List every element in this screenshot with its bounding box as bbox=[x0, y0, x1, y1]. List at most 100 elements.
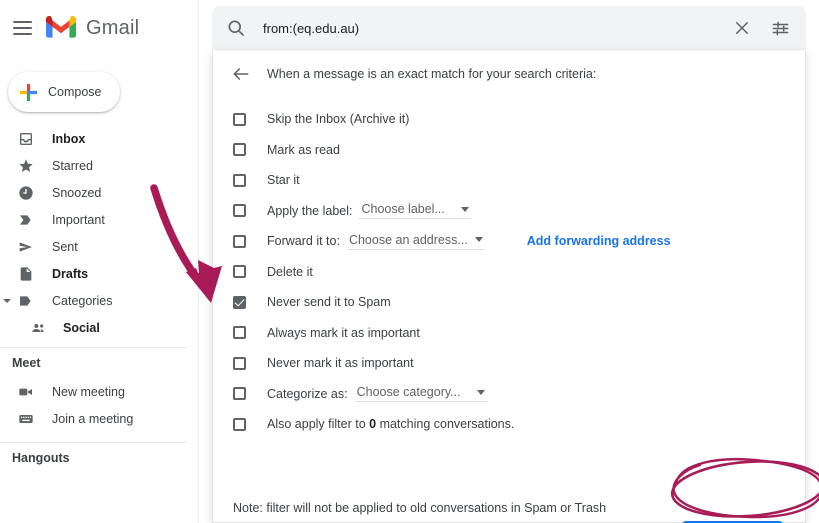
filter-row-apply-existing[interactable]: Also apply filter to 0 matching conversa… bbox=[213, 409, 805, 440]
label-icon bbox=[17, 292, 34, 309]
sidebar-item-categories[interactable]: Categories bbox=[0, 287, 199, 314]
sidebar-item-starred[interactable]: Starred bbox=[0, 152, 199, 179]
star-icon bbox=[17, 157, 34, 174]
sidebar-item-label: Starred bbox=[52, 158, 93, 173]
tune-icon[interactable] bbox=[770, 18, 790, 38]
filter-row-label: Categorize as: bbox=[267, 386, 348, 401]
sidebar-item-sent[interactable]: Sent bbox=[0, 233, 199, 260]
checkbox-apply-label[interactable] bbox=[233, 204, 246, 218]
apply-existing-prefix: Also apply filter to bbox=[267, 417, 370, 432]
choose-label-value: Choose label... bbox=[361, 202, 445, 217]
choose-address-value: Choose an address... bbox=[348, 232, 468, 247]
plus-icon bbox=[19, 83, 38, 102]
filter-row-label: Always mark it as important bbox=[267, 325, 420, 340]
filter-row-delete-it[interactable]: Delete it bbox=[213, 257, 805, 288]
filter-row-categorize-as[interactable]: Categorize as: Choose category... bbox=[213, 379, 805, 410]
compose-label: Compose bbox=[48, 85, 102, 99]
checkbox-delete-it[interactable] bbox=[233, 265, 246, 279]
sidebar-item-label: Snoozed bbox=[52, 185, 102, 200]
chevron-down-icon[interactable] bbox=[3, 298, 11, 303]
choose-address-dropdown[interactable]: Choose an address... bbox=[346, 232, 485, 250]
filter-actions-dialog: When a message is an exact match for you… bbox=[212, 51, 806, 523]
filter-row-label: Star it bbox=[267, 173, 300, 188]
back-arrow-icon[interactable] bbox=[231, 64, 251, 84]
filter-row-never-spam[interactable]: Never send it to Spam bbox=[213, 287, 805, 318]
search-actions bbox=[732, 18, 790, 38]
sidebar-item-new-meeting[interactable]: New meeting bbox=[0, 378, 199, 405]
filter-row-always-important[interactable]: Always mark it as important bbox=[213, 318, 805, 349]
sidebar-item-label: Drafts bbox=[52, 266, 89, 281]
gmail-filter-screen: Gmail Compose Inbox Starred Snoozed Impo… bbox=[0, 0, 819, 523]
checkbox-star-it[interactable] bbox=[233, 173, 246, 187]
gmail-logo-icon bbox=[46, 15, 76, 40]
filter-note: Note: filter will not be applied to old … bbox=[233, 501, 607, 515]
people-icon bbox=[30, 319, 47, 336]
search-icon[interactable] bbox=[226, 18, 246, 38]
sidebar-item-social[interactable]: Social bbox=[0, 314, 199, 341]
draft-icon bbox=[17, 265, 34, 282]
checkbox-categorize-as[interactable] bbox=[233, 387, 246, 401]
search-bar[interactable]: from:(eq.edu.au) bbox=[212, 6, 806, 50]
sidebar-item-drafts[interactable]: Drafts bbox=[0, 260, 199, 287]
sidebar-item-inbox[interactable]: Inbox bbox=[0, 125, 199, 152]
filter-action-rows: Skip the Inbox (Archive it) Mark as read… bbox=[213, 104, 805, 440]
sidebar: Gmail Compose Inbox Starred Snoozed Impo… bbox=[0, 0, 199, 523]
filter-row-label: Skip the Inbox (Archive it) bbox=[267, 112, 410, 127]
filter-row-skip-inbox[interactable]: Skip the Inbox (Archive it) bbox=[213, 104, 805, 135]
sidebar-item-label: Join a meeting bbox=[52, 411, 134, 426]
checkbox-never-mark-important[interactable] bbox=[233, 356, 246, 370]
chevron-down-icon bbox=[476, 389, 485, 395]
checkbox-skip-inbox[interactable] bbox=[233, 112, 246, 126]
sidebar-section-meet: Meet bbox=[12, 356, 41, 370]
checkbox-always-mark-important[interactable] bbox=[233, 326, 246, 340]
filter-row-label: Never send it to Spam bbox=[267, 295, 391, 310]
chevron-down-icon bbox=[460, 206, 469, 212]
filter-row-label: Never mark it as important bbox=[267, 356, 414, 371]
sidebar-item-label: Social bbox=[63, 320, 100, 335]
dialog-header: When a message is an exact match for you… bbox=[213, 51, 805, 96]
filter-row-never-important[interactable]: Never mark it as important bbox=[213, 348, 805, 379]
choose-category-dropdown[interactable]: Choose category... bbox=[354, 385, 487, 403]
filter-row-label: Apply the label: bbox=[267, 203, 353, 218]
checkbox-mark-as-read[interactable] bbox=[233, 143, 246, 157]
video-camera-icon bbox=[17, 383, 34, 400]
checkbox-never-send-to-spam[interactable] bbox=[233, 295, 246, 309]
filter-row-forward-to[interactable]: Forward it to: Choose an address... Add … bbox=[213, 226, 805, 257]
keyboard-icon bbox=[17, 410, 34, 427]
apply-existing-suffix: matching conversations. bbox=[376, 417, 515, 432]
sidebar-header: Gmail bbox=[0, 0, 199, 56]
checkbox-forward-it-to[interactable] bbox=[233, 234, 246, 248]
filter-row-apply-label[interactable]: Apply the label: Choose label... bbox=[213, 196, 805, 227]
search-input[interactable]: from:(eq.edu.au) bbox=[263, 21, 732, 36]
inbox-icon bbox=[17, 130, 34, 147]
filter-row-label: Mark as read bbox=[267, 142, 340, 157]
send-icon bbox=[17, 238, 34, 255]
clock-icon bbox=[17, 184, 34, 201]
label-important-icon bbox=[17, 211, 34, 228]
hamburger-menu-icon[interactable] bbox=[13, 21, 32, 35]
dialog-heading: When a message is an exact match for you… bbox=[267, 66, 597, 81]
filter-row-star-it[interactable]: Star it bbox=[213, 165, 805, 196]
filter-row-label: Forward it to: bbox=[267, 234, 340, 249]
sidebar-item-important[interactable]: Important bbox=[0, 206, 199, 233]
choose-label-dropdown[interactable]: Choose label... bbox=[359, 202, 471, 220]
sidebar-item-label: Categories bbox=[52, 293, 113, 308]
filter-row-mark-read[interactable]: Mark as read bbox=[213, 135, 805, 166]
compose-button[interactable]: Compose bbox=[8, 72, 120, 112]
sidebar-item-snoozed[interactable]: Snoozed bbox=[0, 179, 199, 206]
sidebar-item-label: Inbox bbox=[52, 131, 86, 146]
checkbox-apply-to-matching[interactable] bbox=[233, 417, 246, 431]
sidebar-item-label: New meeting bbox=[52, 384, 125, 399]
apply-existing-label: Also apply filter to 0 matching conversa… bbox=[267, 417, 514, 431]
sidebar-nav-list: Inbox Starred Snoozed Important Sent Dra… bbox=[0, 125, 199, 473]
choose-category-value: Choose category... bbox=[356, 385, 461, 400]
sidebar-item-label: Important bbox=[52, 212, 105, 227]
sidebar-item-label: Sent bbox=[52, 239, 78, 254]
close-icon[interactable] bbox=[732, 18, 752, 38]
sidebar-item-join-meeting[interactable]: Join a meeting bbox=[0, 405, 199, 432]
add-forwarding-address-link[interactable]: Add forwarding address bbox=[527, 234, 671, 248]
sidebar-section-hangouts: Hangouts bbox=[12, 451, 70, 465]
gmail-wordmark: Gmail bbox=[86, 16, 140, 39]
filter-row-label: Delete it bbox=[267, 264, 313, 279]
chevron-down-icon bbox=[474, 237, 483, 243]
